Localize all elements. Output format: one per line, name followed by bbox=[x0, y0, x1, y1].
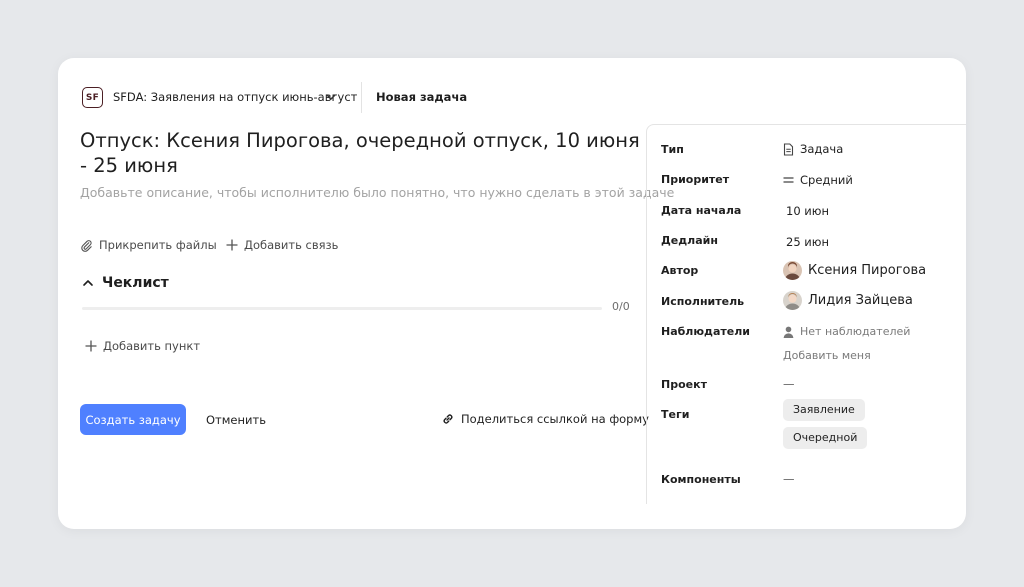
share-form-link-label: Поделиться ссылкой на форму bbox=[461, 412, 649, 426]
prop-priority-text: Средний bbox=[800, 173, 853, 187]
prop-type-text: Задача bbox=[800, 142, 844, 156]
breadcrumb-new-task: Новая задача bbox=[376, 90, 468, 104]
prop-watchers-label: Наблюдатели bbox=[661, 325, 750, 338]
chevron-up-icon bbox=[83, 280, 93, 286]
checklist-toggle[interactable]: Чеклист bbox=[82, 275, 169, 291]
task-create-card: SF SFDA: Заявления на отпуск июнь-август… bbox=[58, 58, 966, 529]
queue-selector[interactable]: SFDA: Заявления на отпуск июнь-август bbox=[113, 90, 357, 104]
document-icon bbox=[783, 142, 794, 156]
link-icon bbox=[443, 414, 453, 424]
checklist-progress bbox=[82, 307, 602, 310]
prop-watchers-value[interactable]: Нет наблюдателей bbox=[783, 325, 910, 338]
prop-author-text: Ксения Пирогова bbox=[808, 263, 927, 278]
description-input[interactable]: Добавьте описание, чтобы исполнителю был… bbox=[80, 185, 674, 200]
create-task-button[interactable]: Создать задачу bbox=[80, 404, 186, 435]
header-divider bbox=[361, 82, 362, 113]
priority-medium-icon bbox=[783, 177, 794, 183]
properties-panel: Тип Задача Приоритет Средний Дата начала… bbox=[646, 124, 966, 504]
prop-components-label: Компоненты bbox=[661, 473, 741, 486]
prop-type-value[interactable]: Задача bbox=[783, 142, 843, 156]
cancel-button[interactable]: Отменить bbox=[198, 404, 274, 435]
add-checklist-item-button[interactable]: Добавить пункт bbox=[85, 339, 200, 353]
user-icon bbox=[783, 326, 794, 338]
prop-assignee-text: Лидия Зайцева bbox=[808, 293, 913, 308]
queue-logo: SF bbox=[82, 87, 103, 108]
prop-assignee-value[interactable]: Лидия Зайцева bbox=[783, 291, 913, 310]
plus-icon bbox=[85, 340, 97, 352]
prop-type-label: Тип bbox=[661, 143, 684, 156]
prop-start-label: Дата начала bbox=[661, 204, 742, 217]
share-form-link-button[interactable]: Поделиться ссылкой на форму bbox=[441, 412, 649, 426]
checklist-count: 0/0 bbox=[612, 300, 630, 313]
add-checklist-item-label: Добавить пункт bbox=[103, 339, 201, 353]
prop-deadline-label: Дедлайн bbox=[661, 234, 718, 247]
plus-icon bbox=[226, 239, 238, 251]
add-link-label: Добавить связь bbox=[244, 238, 339, 252]
add-me-watcher-link[interactable]: Добавить меня bbox=[783, 349, 871, 362]
avatar bbox=[783, 261, 802, 280]
paperclip-icon bbox=[81, 239, 92, 252]
avatar bbox=[783, 291, 802, 310]
prop-watchers-text: Нет наблюдателей bbox=[800, 325, 911, 338]
prop-author-value[interactable]: Ксения Пирогова bbox=[783, 261, 926, 280]
prop-author-label: Автор bbox=[661, 264, 699, 277]
task-title[interactable]: Отпуск: Ксения Пирогова, очередной отпус… bbox=[80, 128, 640, 178]
add-link-button[interactable]: Добавить связь bbox=[226, 238, 338, 252]
prop-priority-value[interactable]: Средний bbox=[783, 173, 853, 187]
prop-project-label: Проект bbox=[661, 378, 707, 391]
checklist-title: Чеклист bbox=[102, 275, 169, 291]
attach-files-button[interactable]: Прикрепить файлы bbox=[80, 238, 217, 252]
attach-files-label: Прикрепить файлы bbox=[99, 238, 217, 252]
prop-tags-label: Теги bbox=[661, 408, 690, 421]
prop-assignee-label: Исполнитель bbox=[661, 295, 745, 308]
prop-priority-label: Приоритет bbox=[661, 173, 730, 186]
tag-item[interactable]: Очередной bbox=[783, 427, 868, 449]
prop-components-value[interactable]: — bbox=[783, 472, 795, 486]
prop-start-value[interactable]: 10 июн bbox=[786, 204, 829, 218]
prop-deadline-value[interactable]: 25 июн bbox=[786, 235, 829, 249]
chevron-down-icon[interactable] bbox=[325, 91, 337, 103]
tag-item[interactable]: Заявление bbox=[783, 399, 865, 421]
prop-project-value[interactable]: — bbox=[783, 377, 795, 391]
